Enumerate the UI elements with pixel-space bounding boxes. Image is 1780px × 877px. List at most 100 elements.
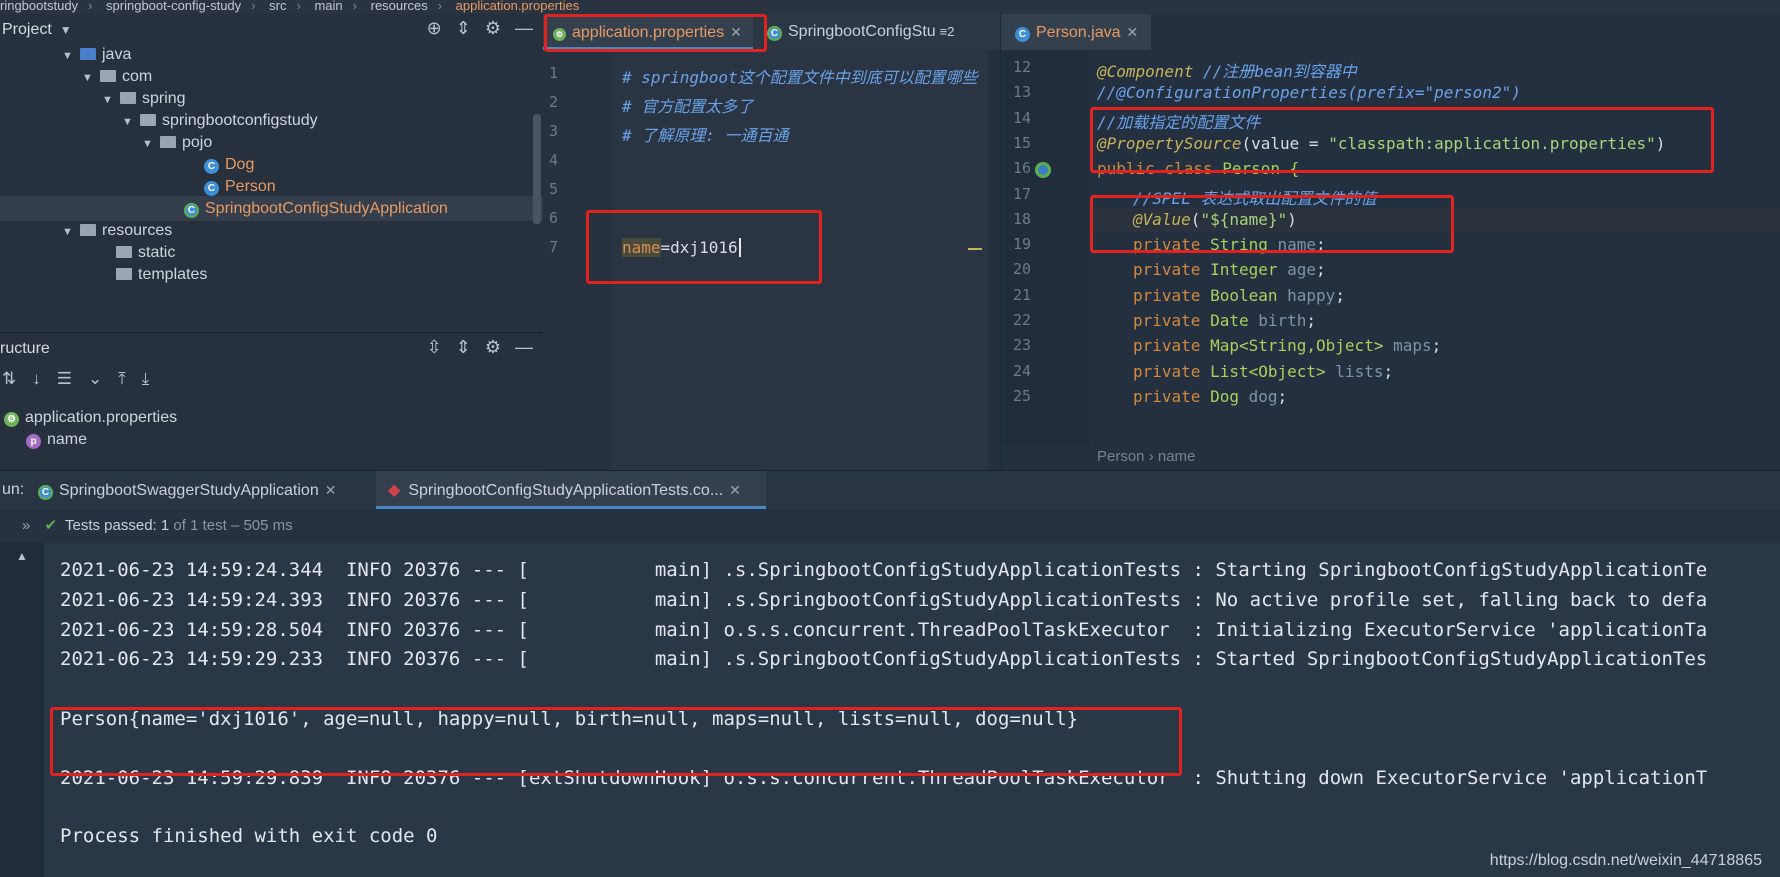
line-number: 20 <box>1013 260 1032 279</box>
sort-icon[interactable]: ⇅ <box>2 369 16 389</box>
breadcrumb-item[interactable]: resources <box>371 0 428 13</box>
text-cursor <box>738 238 741 257</box>
field-name: happy <box>1287 285 1336 305</box>
field-declaration[interactable]: private Integer age; <box>1133 260 1326 279</box>
code-line[interactable]: # springboot这个配置文件中到底可以配置哪些 <box>622 64 978 88</box>
tab-application-properties[interactable]: ⚙ application.properties ✕ <box>543 14 753 50</box>
chevron-down-icon[interactable]: ▼ <box>102 88 120 113</box>
code-text: ) <box>1287 209 1297 229</box>
field-type: Date <box>1210 311 1249 330</box>
warning-marker[interactable] <box>968 248 982 250</box>
structure-item-name[interactable]: p name <box>26 427 87 452</box>
gear-icon[interactable]: ⚙ <box>485 337 501 358</box>
breadcrumb-item[interactable]: application.properties <box>456 0 580 13</box>
property-value[interactable]: dxj1016 <box>670 238 737 257</box>
scrollbar[interactable] <box>988 50 1000 470</box>
code-text: (value = <box>1241 133 1329 153</box>
close-icon[interactable]: ✕ <box>729 482 741 498</box>
close-icon[interactable]: ✕ <box>325 482 337 498</box>
code-line[interactable]: # 官方配置太多了 <box>622 93 753 117</box>
keyword: private <box>1133 311 1211 330</box>
tab-overflow-button[interactable]: ≡2 <box>940 24 955 39</box>
package-icon <box>120 92 136 104</box>
code-line[interactable]: //SPEL 表达式取出配置文件的值 <box>1133 185 1376 209</box>
field-declaration[interactable]: private Date birth; <box>1133 311 1316 330</box>
check-icon: ✔ <box>44 517 58 534</box>
navigate-up-icon[interactable]: ⤒ <box>118 369 126 389</box>
code-line[interactable]: @Value("${name}") <box>1133 210 1297 229</box>
project-panel-title[interactable]: Project <box>2 21 52 39</box>
close-icon[interactable]: ✕ <box>730 24 742 40</box>
field-type: Boolean <box>1210 285 1278 305</box>
console-line: Process finished with exit code 0 <box>60 825 438 847</box>
properties-file-icon: ⚙ <box>553 28 566 41</box>
dropdown-icon[interactable]: ⌄ <box>88 369 102 389</box>
code-breadcrumb[interactable]: Person › name <box>1097 448 1195 465</box>
tab-springbootconfigstudy[interactable]: C SpringbootConfigStu ≡2 <box>767 14 967 50</box>
tests-detail: of 1 test – 505 ms <box>173 517 293 534</box>
breadcrumb-item[interactable]: main <box>314 0 342 13</box>
dropdown-icon[interactable]: ▼ <box>60 23 72 37</box>
line-number: 5 <box>549 180 559 198</box>
collapse-all-icon[interactable]: ⇕ <box>456 337 471 358</box>
code-text: ( <box>1190 209 1201 229</box>
code-line[interactable]: name=dxj1016 <box>622 238 741 257</box>
keyword: private <box>1133 336 1211 356</box>
code-line[interactable]: @PropertySource(value = "classpath:appli… <box>1097 134 1665 153</box>
breadcrumb-item[interactable]: src <box>269 0 286 13</box>
spring-boot-class-icon: C <box>184 203 199 218</box>
field-declaration[interactable]: private String name; <box>1133 235 1326 254</box>
show-fields-icon[interactable]: ☰ <box>57 369 72 389</box>
project-panel: Project ▼ ⊕ ⇕ ⚙ — ▼ java ▼ com ▼ spring ▼ sp… <box>0 14 543 332</box>
tree-item-pojo[interactable]: ▼ pojo <box>142 130 212 155</box>
semicolon: ; <box>1277 386 1288 406</box>
navigate-down-icon[interactable]: ⤓ <box>142 369 150 389</box>
scroll-up-icon[interactable]: ▲ <box>16 549 28 563</box>
minimize-icon[interactable]: — <box>515 18 533 39</box>
expand-icon[interactable]: » <box>22 517 30 534</box>
annotation: @Value <box>1133 209 1191 229</box>
code-comment: //@ConfigurationProperties(prefix="perso… <box>1097 83 1521 103</box>
field-declaration[interactable]: private Boolean happy; <box>1133 286 1345 305</box>
run-tab-bar: un: C SpringbootSwaggerStudyApplication ✕ … <box>0 471 1780 509</box>
property-icon: p <box>26 434 41 449</box>
chevron-down-icon[interactable]: ▼ <box>62 220 80 245</box>
collapse-all-icon[interactable]: ⇕ <box>456 18 471 39</box>
semicolon: ; <box>1316 235 1326 255</box>
run-tab-swagger[interactable]: C SpringbootSwaggerStudyApplication ✕ <box>38 471 368 509</box>
console-output[interactable]: 2021-06-23 14:59:24.344 INFO 20376 --- [… <box>44 543 1780 877</box>
line-number: 14 <box>1013 108 1032 127</box>
breadcrumb-item[interactable]: springboot-config-study <box>106 0 241 13</box>
test-run-icon: ◆ <box>388 482 401 499</box>
scrollbar[interactable] <box>533 114 541 224</box>
locate-icon[interactable]: ⊕ <box>427 18 442 39</box>
field-name: birth <box>1258 311 1307 330</box>
chevron-down-icon[interactable]: ▼ <box>122 110 140 135</box>
string-literal: "${name}" <box>1200 209 1288 229</box>
field-declaration[interactable]: private Dog dog; <box>1133 387 1287 406</box>
class-name: Person { <box>1222 159 1300 179</box>
field-declaration[interactable]: private Map<String,Object> maps; <box>1133 336 1441 355</box>
property-key[interactable]: name <box>622 238 661 257</box>
keyword: private <box>1133 260 1211 280</box>
chevron-down-icon[interactable]: ▼ <box>62 44 80 69</box>
code-line[interactable]: //加载指定的配置文件 <box>1097 109 1260 133</box>
code-line[interactable]: public class Person { <box>1097 159 1299 178</box>
expand-all-icon[interactable]: ⇳ <box>427 337 442 358</box>
tree-item-templates[interactable]: templates <box>116 262 207 287</box>
chevron-down-icon[interactable]: ▼ <box>82 66 100 91</box>
tab-person-java[interactable]: C Person.java ✕ <box>1001 14 1151 50</box>
code-line[interactable]: //@ConfigurationProperties(prefix="perso… <box>1097 83 1521 102</box>
breadcrumb-item[interactable]: ringbootstudy <box>0 0 78 13</box>
field-type: List<Object> <box>1210 361 1326 381</box>
run-tab-config-tests[interactable]: ◆ SpringbootConfigStudyApplicationTests.c… <box>376 471 766 509</box>
minimize-icon[interactable]: — <box>515 337 533 358</box>
code-line[interactable]: # 了解原理: 一通百通 <box>622 122 789 146</box>
gear-icon[interactable]: ⚙ <box>485 18 501 39</box>
close-icon[interactable]: ✕ <box>1127 24 1139 40</box>
code-line[interactable]: @Component //注册bean到容器中 <box>1097 58 1357 82</box>
sort-alpha-icon[interactable]: ↓ <box>32 369 41 389</box>
field-declaration[interactable]: private List<Object> lists; <box>1133 362 1393 381</box>
line-number-gutter <box>543 50 611 470</box>
chevron-down-icon[interactable]: ▼ <box>142 132 160 157</box>
